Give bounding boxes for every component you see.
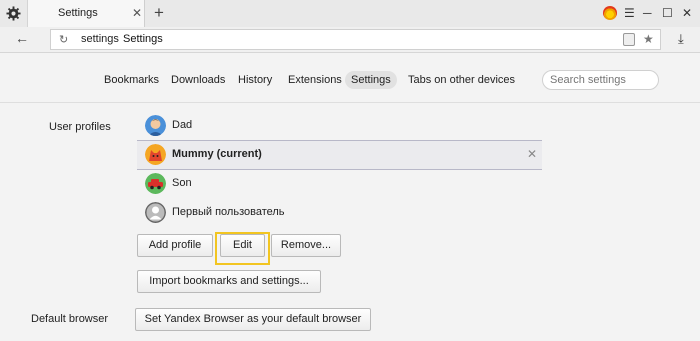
settings-content: User profiles Dad Mummy (current) ✕ Son … [0, 104, 700, 341]
search-settings-input[interactable] [542, 70, 659, 90]
nav-tab-settings[interactable]: Settings [345, 71, 397, 89]
maximize-button[interactable]: ☐ [662, 4, 673, 22]
add-profile-button[interactable]: Add profile [137, 234, 213, 257]
new-tab-button[interactable]: + [154, 3, 164, 23]
back-button[interactable]: ← [15, 30, 29, 46]
nav-tab-downloads[interactable]: Downloads [165, 71, 231, 89]
profile-name: Mummy (current) [172, 148, 262, 160]
import-bookmarks-button[interactable]: Import bookmarks and settings... [137, 270, 321, 293]
minimize-button[interactable]: ─ [643, 4, 652, 22]
download-icon[interactable]: ⤓ [678, 31, 684, 47]
user-profiles-label: User profiles [49, 121, 111, 133]
profile-item-first-user[interactable]: Первый пользователь [137, 199, 542, 227]
menu-icon[interactable]: ☰ [624, 4, 635, 22]
default-browser-label: Default browser [31, 313, 109, 325]
remove-profile-icon[interactable]: ✕ [527, 147, 537, 161]
protect-icon[interactable] [623, 33, 635, 46]
set-default-browser-button[interactable]: Set Yandex Browser as your default brows… [135, 308, 371, 331]
nav-tab-extensions[interactable]: Extensions [282, 71, 348, 89]
profile-name: Son [172, 177, 192, 189]
man-avatar-icon [145, 115, 166, 136]
address-bar[interactable]: ↻ settings Settings ★ [50, 29, 661, 50]
remove-profile-button[interactable]: Remove... [271, 234, 341, 257]
bookmark-star-icon[interactable]: ★ [643, 32, 654, 46]
alice-icon[interactable] [603, 6, 617, 20]
nav-tab-other-devices[interactable]: Tabs on other devices [402, 71, 521, 89]
cat-avatar-icon [145, 144, 166, 165]
nav-tab-history[interactable]: History [232, 71, 278, 89]
profile-item-mummy[interactable]: Mummy (current) ✕ [137, 140, 542, 170]
settings-nav: Bookmarks Downloads History Extensions S… [0, 53, 700, 103]
nav-tab-bookmarks[interactable]: Bookmarks [98, 71, 165, 89]
tab-title: Settings [58, 7, 98, 19]
car-avatar-icon [145, 173, 166, 194]
tab-settings[interactable]: Settings ✕ [27, 0, 145, 27]
title-bar: Settings ✕ + ☰ ─ ☐ ✕ [0, 0, 700, 27]
profile-name: Первый пользователь [172, 206, 285, 218]
reload-icon[interactable]: ↻ [59, 33, 68, 46]
url-host: settings [81, 33, 119, 45]
default-user-avatar-icon [145, 202, 166, 223]
gear-icon[interactable] [6, 6, 21, 21]
profile-item-son[interactable]: Son [137, 170, 542, 198]
url-page-title: Settings [123, 33, 163, 45]
address-bar-row: ← ↻ settings Settings ★ ⤓ [0, 27, 700, 53]
tab-close-icon[interactable]: ✕ [132, 6, 142, 20]
profile-name: Dad [172, 119, 193, 131]
close-window-button[interactable]: ✕ [682, 4, 692, 22]
profile-item-dad[interactable]: Dad [137, 112, 542, 140]
edit-profile-button[interactable]: Edit [220, 234, 265, 257]
